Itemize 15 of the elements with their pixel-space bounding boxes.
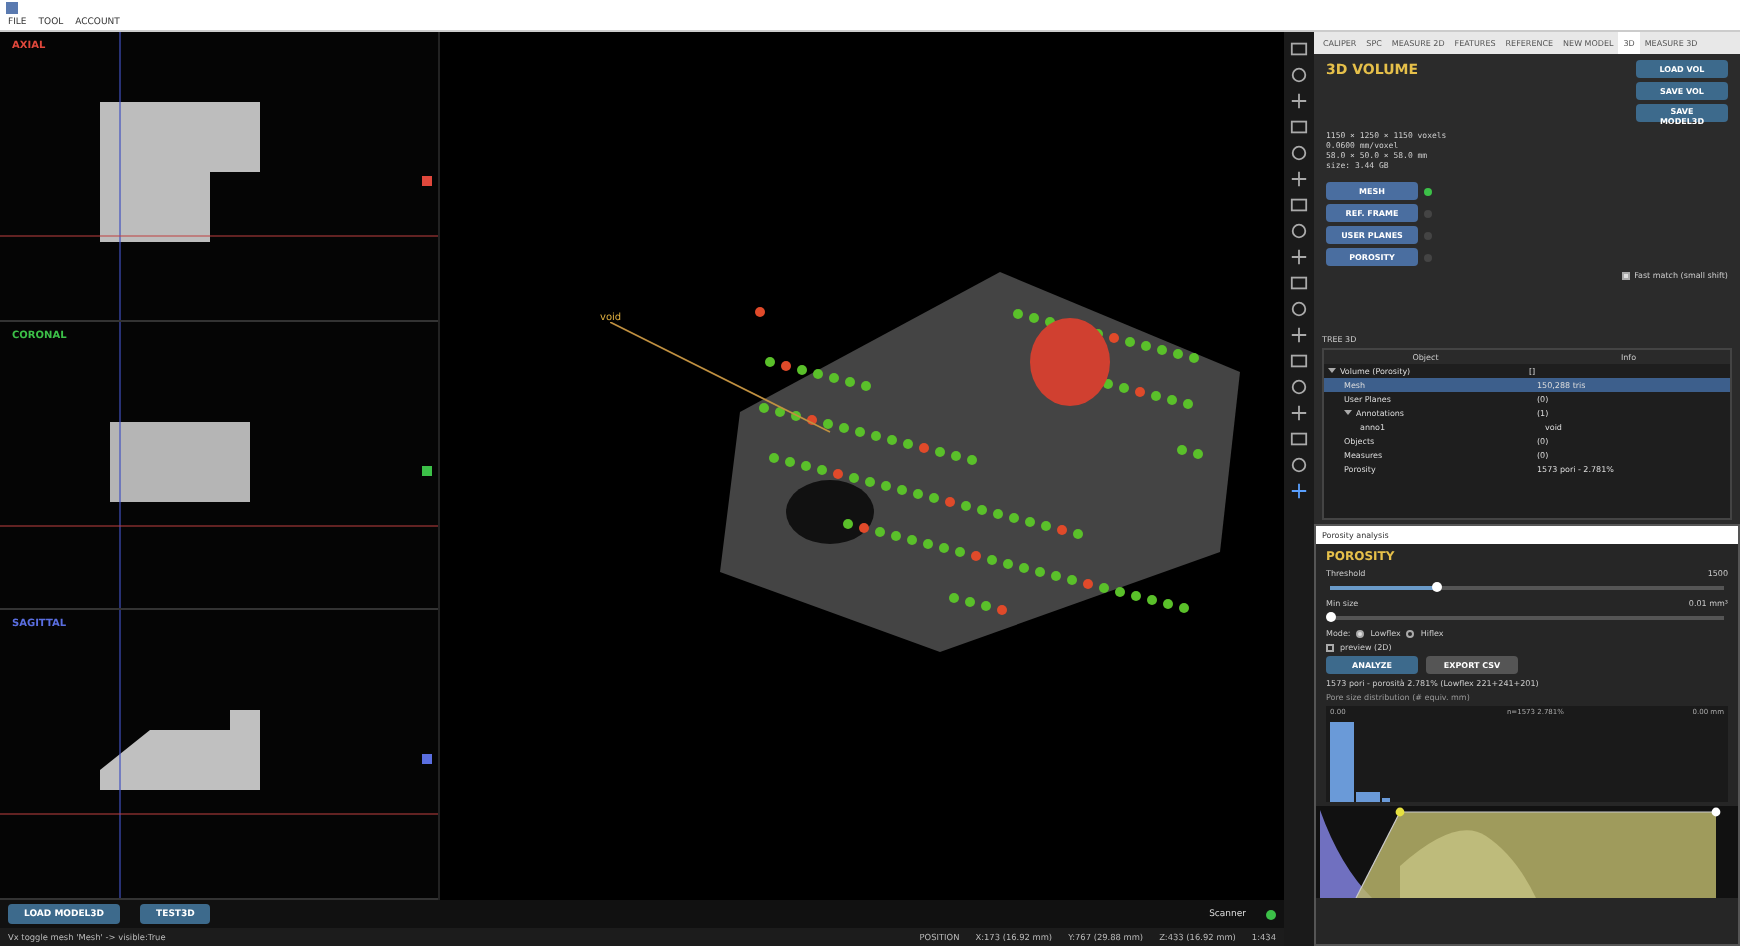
toolbar-tool-icon[interactable]: [1290, 326, 1308, 344]
radio-button[interactable]: [1406, 629, 1415, 637]
toolbar-tool-icon[interactable]: [1290, 92, 1308, 110]
toolbar-tool-icon[interactable]: [1290, 170, 1308, 188]
radio-button[interactable]: [1356, 629, 1365, 637]
slider-thumb[interactable]: [1431, 582, 1442, 592]
toolbar-tool-icon[interactable]: [1290, 482, 1308, 500]
checkbox[interactable]: [1326, 643, 1334, 651]
slider-thumb[interactable]: [1325, 612, 1335, 622]
toolbar-tool-icon[interactable]: [1290, 404, 1308, 422]
checkbox[interactable]: [1622, 271, 1631, 279]
caret-icon[interactable]: [1344, 408, 1352, 416]
histogram-bars-drawing: [1330, 722, 1390, 802]
app-icon: [6, 2, 18, 14]
toolbar-tool-icon[interactable]: [1290, 248, 1308, 266]
